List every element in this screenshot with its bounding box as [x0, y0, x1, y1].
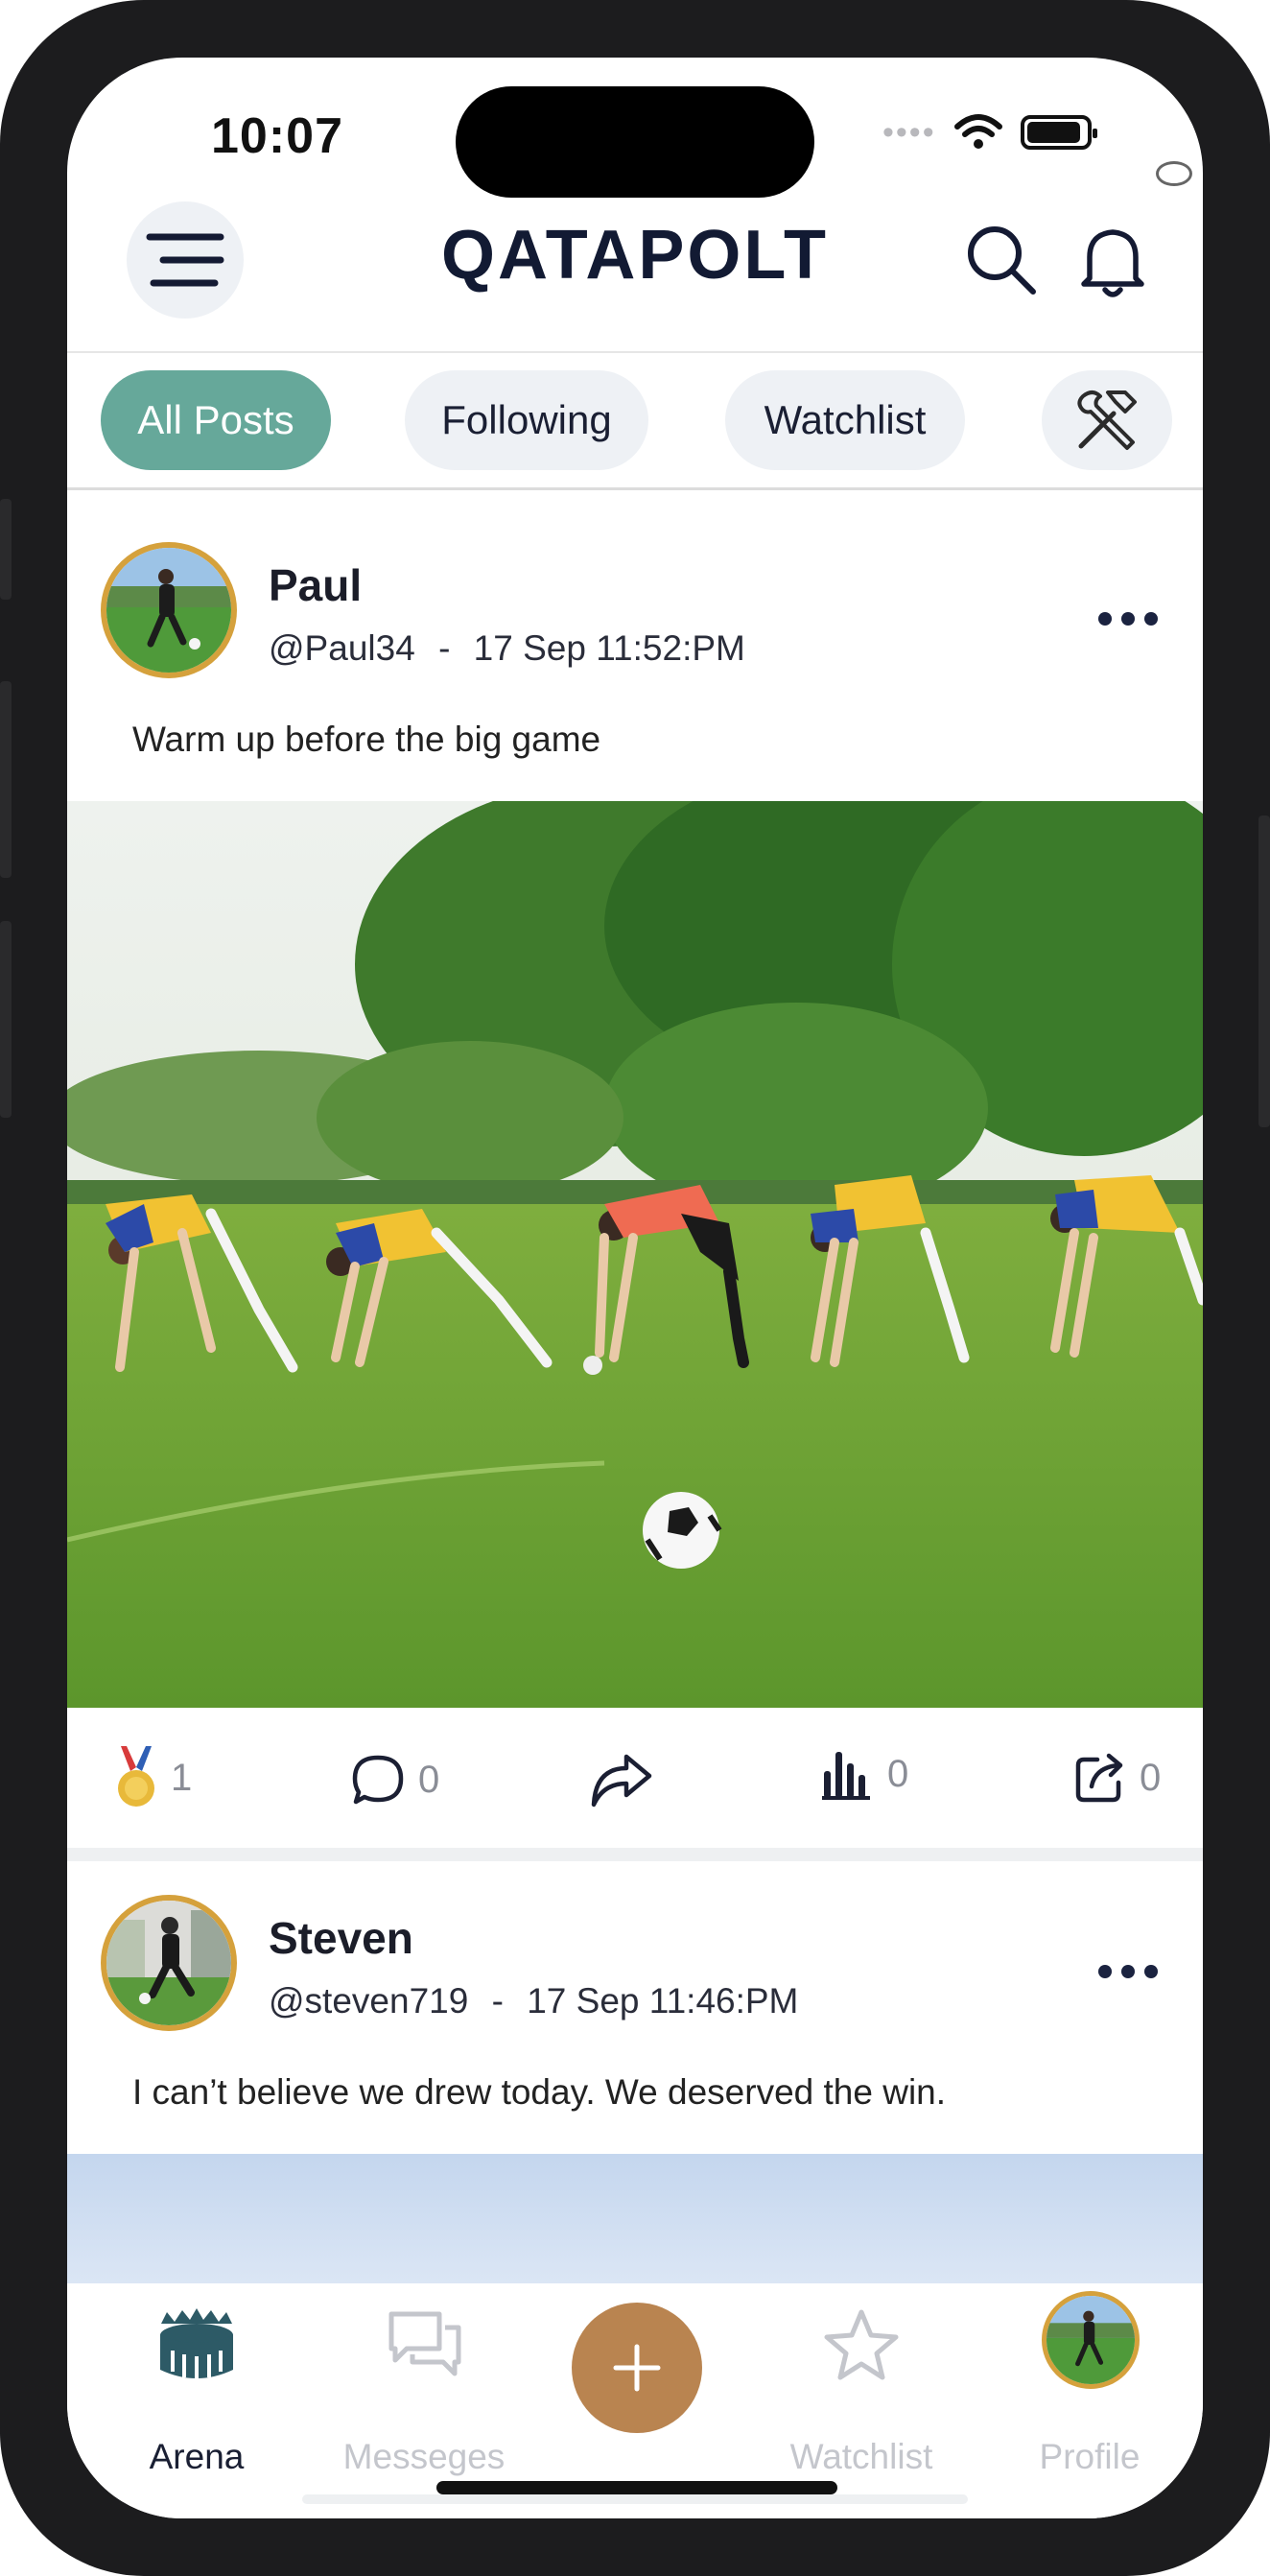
- nav-profile[interactable]: Profile: [994, 2283, 1186, 2494]
- post-meta: @steven719 - 17 Sep 11:46:PM: [269, 1981, 798, 2021]
- avatar[interactable]: [101, 542, 237, 678]
- avatar-photo: [106, 1901, 231, 2025]
- search-icon[interactable]: [964, 223, 1041, 299]
- create-post-button[interactable]: [572, 2303, 702, 2433]
- nav-label: Watchlist: [789, 2437, 933, 2476]
- more-options-icon[interactable]: [1098, 1965, 1158, 1978]
- tab-label: All Posts: [137, 397, 294, 442]
- comment-action[interactable]: 0: [351, 1754, 439, 1806]
- views-count: 0: [887, 1752, 909, 1795]
- bell-icon[interactable]: [1074, 223, 1151, 301]
- side-button: [1258, 815, 1270, 1127]
- tab-following[interactable]: Following: [405, 370, 648, 470]
- comment-count: 0: [418, 1758, 440, 1801]
- side-button: [0, 681, 12, 878]
- nav-messages[interactable]: Messeges: [328, 2283, 520, 2494]
- post-image[interactable]: [67, 801, 1203, 1708]
- tab-all-posts[interactable]: All Posts: [101, 370, 331, 470]
- post-timestamp: 17 Sep 11:46:PM: [527, 1981, 799, 2021]
- medal-icon: [118, 1746, 154, 1807]
- post-author-name[interactable]: Paul: [269, 559, 362, 611]
- tools-icon: [1077, 390, 1137, 450]
- bar-chart-icon: [822, 1752, 870, 1800]
- post-image[interactable]: [67, 2154, 1203, 2283]
- meta-separator: -: [438, 628, 451, 668]
- repost-action[interactable]: [590, 1751, 653, 1808]
- post-text: Warm up before the big game: [132, 720, 601, 759]
- status-icons: ••••: [882, 113, 1097, 152]
- medal-count: 1: [171, 1756, 193, 1799]
- share-action[interactable]: 0: [1074, 1752, 1161, 1804]
- more-options-icon[interactable]: [1098, 612, 1158, 626]
- nav-label: Arena: [149, 2437, 245, 2476]
- nav-arena[interactable]: Arena: [101, 2283, 293, 2494]
- header-divider: [67, 351, 1203, 353]
- avatar-photo: [106, 548, 231, 673]
- tab-label: Watchlist: [764, 397, 927, 442]
- tools-button[interactable]: [1042, 370, 1172, 470]
- battery-icon: [1020, 115, 1097, 150]
- scroll-track: [302, 2494, 968, 2504]
- home-indicator[interactable]: [436, 2481, 837, 2494]
- app-screen: 10:07 •••• QATAPOLT All Posts Following …: [67, 58, 1203, 2518]
- stadium-icon: [160, 2308, 233, 2379]
- forward-icon: [591, 1754, 652, 1808]
- side-button: [0, 921, 12, 1118]
- nav-label: Profile: [1039, 2437, 1141, 2476]
- nav-label: Messeges: [342, 2437, 506, 2476]
- post-author-name[interactable]: Steven: [269, 1912, 413, 1964]
- views-action[interactable]: 0: [820, 1746, 908, 1802]
- post-separator: [67, 1848, 1203, 1861]
- signal-icon: ••••: [882, 113, 936, 151]
- tab-label: Following: [441, 397, 612, 442]
- share-icon: [1075, 1753, 1123, 1803]
- nav-watchlist[interactable]: Watchlist: [765, 2283, 957, 2494]
- plus-icon: [613, 2344, 661, 2392]
- avatar: [1042, 2291, 1140, 2389]
- medal-action[interactable]: 1: [115, 1746, 192, 1809]
- tabs-divider: [67, 487, 1203, 490]
- tab-watchlist[interactable]: Watchlist: [725, 370, 965, 470]
- post-handle[interactable]: @steven719: [269, 1981, 468, 2021]
- post-text: I can’t believe we drew today. We deserv…: [132, 2072, 947, 2112]
- share-count: 0: [1140, 1756, 1162, 1799]
- comment-icon: [352, 1755, 404, 1805]
- side-button: [0, 499, 12, 600]
- avatar[interactable]: [101, 1895, 237, 2031]
- post-meta: @Paul34 - 17 Sep 11:52:PM: [269, 628, 745, 669]
- star-icon: [824, 2309, 899, 2380]
- status-time: 10:07: [211, 108, 343, 164]
- dynamic-island: [456, 86, 814, 198]
- wifi-icon: [953, 114, 1002, 149]
- post-handle[interactable]: @Paul34: [269, 628, 415, 668]
- camera-indicator-icon: [1156, 161, 1192, 186]
- meta-separator: -: [491, 1981, 504, 2021]
- chat-icon: [388, 2311, 461, 2376]
- post-timestamp: 17 Sep 11:52:PM: [473, 628, 745, 668]
